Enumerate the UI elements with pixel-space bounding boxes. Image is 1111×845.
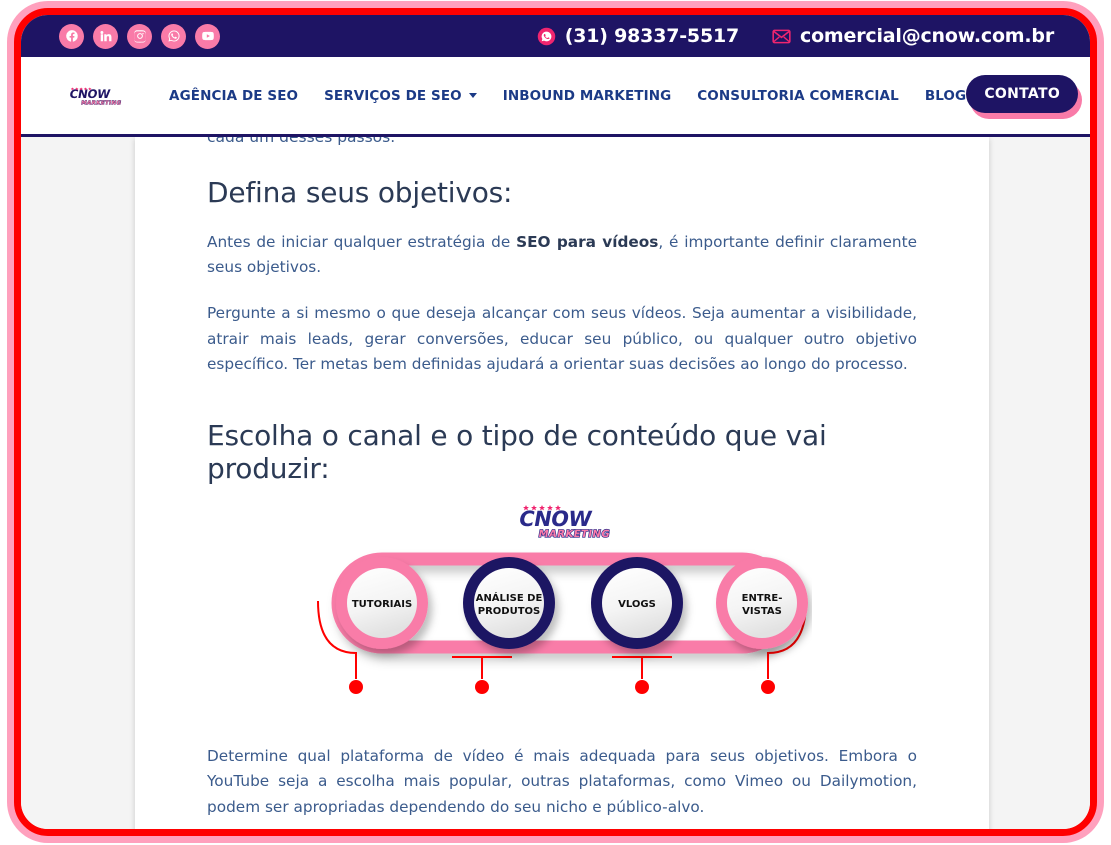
- para-1-before: Antes de iniciar qualquer estratégia de: [207, 233, 517, 251]
- article-card: cada um desses passos. Defina seus objet…: [135, 137, 989, 829]
- social-links: [59, 23, 220, 49]
- infographic-endpoints: [349, 680, 775, 695]
- node-label-entrevistas-line2: VISTAS: [742, 606, 782, 617]
- nav-label: SERVIÇOS DE SEO: [324, 87, 462, 104]
- site-header: CNOW MARKETING AGÊNCIA DE SEO SERVIÇOS D…: [21, 57, 1090, 137]
- envelope-icon: [771, 26, 792, 47]
- nav-item-servicos-de-seo[interactable]: SERVIÇOS DE SEO: [324, 88, 477, 104]
- youtube-icon[interactable]: [195, 23, 220, 49]
- email-address: comercial@cnow.com.br: [800, 25, 1054, 47]
- linkedin-icon[interactable]: [93, 23, 118, 49]
- svg-text:MARKETING: MARKETING: [80, 100, 121, 106]
- infographic-logo: CNOW MARKETING: [516, 505, 612, 541]
- paragraph-1: Antes de iniciar qualquer estratégia de …: [207, 230, 917, 280]
- main-navigation: AGÊNCIA DE SEO SERVIÇOS DE SEO INBOUND M…: [169, 88, 966, 104]
- facebook-icon[interactable]: [59, 23, 84, 49]
- nav-label: AGÊNCIA DE SEO: [169, 87, 299, 104]
- svg-text:MARKETING: MARKETING: [537, 529, 610, 540]
- paragraph-3: Determine qual plataforma de vídeo é mai…: [207, 747, 917, 816]
- top-utility-bar: (31) 98337-5517 comercial@cnow.com.br: [21, 15, 1090, 57]
- node-label-entrevistas-line1: ENTRE-: [742, 593, 783, 604]
- node-label-tutoriais: TUTORIAIS: [352, 599, 412, 610]
- infographic-content-types: CNOW MARKETING TUTORIAIS ANÁLISE DE PROD…: [207, 501, 917, 723]
- contato-button[interactable]: CONTATO: [966, 74, 1079, 113]
- node-label-analise-line2: PRODUTOS: [478, 606, 540, 617]
- phone-link[interactable]: (31) 98337-5517: [536, 25, 739, 47]
- nav-item-inbound-marketing[interactable]: INBOUND MARKETING: [503, 88, 672, 104]
- whatsapp-icon[interactable]: [161, 23, 186, 49]
- page-body: cada um desses passos. Defina seus objet…: [21, 137, 1090, 829]
- browser-frame: (31) 98337-5517 comercial@cnow.com.br CN…: [14, 8, 1097, 836]
- nav-label: INBOUND MARKETING: [502, 87, 672, 104]
- instagram-icon[interactable]: [127, 23, 152, 49]
- heading-escolha-o-canal: Escolha o canal e o tipo de conteúdo que…: [207, 419, 827, 486]
- whatsapp-phone-icon: [536, 26, 557, 47]
- nav-item-blog[interactable]: BLOG: [925, 88, 966, 104]
- nav-item-consultoria-comercial[interactable]: CONSULTORIA COMERCIAL: [697, 88, 899, 104]
- contact-info: (31) 98337-5517 comercial@cnow.com.br: [536, 25, 1054, 47]
- paragraph-2: Pergunte a si mesmo o que deseja alcança…: [207, 304, 917, 373]
- nav-label: CONSULTORIA COMERCIAL: [697, 87, 899, 104]
- node-label-analise-line1: ANÁLISE DE: [476, 591, 543, 604]
- contato-cta-wrapper: CONTATO: [966, 74, 1083, 119]
- chevron-down-icon: [468, 93, 477, 98]
- nav-label: BLOG: [924, 87, 967, 104]
- para-1-bold: SEO para vídeos: [516, 233, 659, 251]
- site-logo[interactable]: CNOW MARKETING: [65, 67, 127, 125]
- heading-defina-seus-objetivos: Defina seus objetivos:: [207, 176, 513, 209]
- node-label-vlogs: VLOGS: [618, 599, 656, 610]
- nav-item-agencia-de-seo[interactable]: AGÊNCIA DE SEO: [169, 88, 298, 104]
- clipped-previous-text: cada um desses passos.: [207, 137, 396, 146]
- svg-text:CNOW: CNOW: [517, 506, 594, 531]
- phone-number: (31) 98337-5517: [564, 25, 740, 47]
- email-link[interactable]: comercial@cnow.com.br: [771, 25, 1054, 47]
